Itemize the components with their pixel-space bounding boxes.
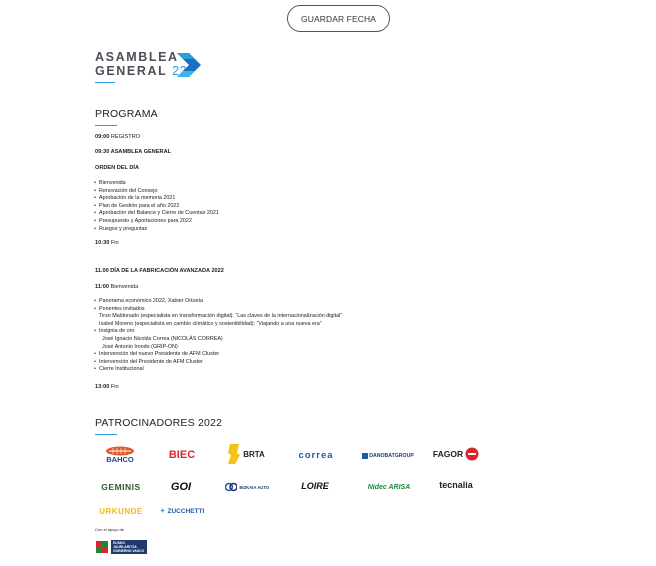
list-item: Ruegos y preguntas <box>94 226 219 234</box>
list-item: Insignia de oro <box>94 328 342 336</box>
list-item: Intervención del Presidente de AFM Clust… <box>94 359 342 367</box>
list-item: Intervención del nuevo Presidente de AFM… <box>94 351 342 359</box>
sponsor-zucchetti-text: ZUCCHETTI <box>167 507 205 515</box>
brta-mark-icon <box>228 444 241 464</box>
sponsor-bahco-logo: BAHCO <box>98 443 142 467</box>
list-item: Panorama económico 2022, Xabier Ortueta <box>94 298 342 306</box>
time-0930: 09:30 ASAMBLEA GENERAL <box>95 149 172 155</box>
time-1030: 10:30 Fin <box>95 240 119 248</box>
list-item: Bienvenida <box>94 180 219 188</box>
sponsor-geminis-text: GEMINIS <box>101 482 141 492</box>
gobierno-vasco-text: EUSKO JAURLARITZA GOBIERNO VASCO <box>111 540 147 554</box>
fagor-mark-icon <box>465 447 479 461</box>
danobat-mark-icon <box>362 453 369 459</box>
sponsor-correa-text: correa <box>298 449 334 461</box>
time-1100-label: 11:00 <box>95 284 109 290</box>
sponsor-fagor-text: FAGOR <box>432 449 464 459</box>
time-1300-text: Fin <box>109 384 119 390</box>
sponsor-goi-logo: GOI <box>160 477 202 497</box>
zucchetti-mark-icon: ✦ <box>159 508 166 515</box>
sponsor-geminis-logo: GEMINIS <box>98 479 144 495</box>
sponsor-bahco-text: BAHCO <box>106 455 134 464</box>
program-title: PROGRAMA <box>95 108 158 120</box>
list-item: Ponentes invitados <box>94 306 342 314</box>
time-0900: 09:00 REGISTRO <box>95 134 140 142</box>
asamblea-general-logo: ASAMBLEA GENERAL 22 <box>95 50 215 84</box>
sponsor-nidec-text: Nidec ARISA <box>367 483 411 491</box>
list-item: José Ignacio Nicolás Correa (NICOLÁS COR… <box>102 335 223 342</box>
sponsor-loire-text: LOIRE <box>301 481 329 491</box>
time-0900-label: 09:00 <box>95 134 110 140</box>
sponsor-biec-logo: BIEC <box>162 443 202 467</box>
sponsor-brta-text: BRTA <box>243 449 265 459</box>
sponsor-fagor-logo: FAGOR <box>430 445 482 463</box>
sponsor-nidec-arisa-logo: Nidec ARISA <box>356 480 422 494</box>
sponsors-title: PATROCINADORES 2022 <box>95 417 223 429</box>
sponsor-danobat-logo: DANOBATGROUP <box>357 450 419 462</box>
sponsors-title-rule <box>95 434 117 435</box>
time-1030-label: 10:30 <box>95 240 110 246</box>
list-item: Aprobación del Balance y Cierre de Cuent… <box>94 210 219 218</box>
list-item: Renovación del Consejo <box>94 188 219 196</box>
list-item: José Antonio Irondo (GRIP-ON) <box>102 343 178 350</box>
program-title-rule <box>95 125 117 126</box>
logo-line2-text: GENERAL <box>95 64 168 78</box>
bizkaia-mark-icon <box>225 482 238 492</box>
list-item: Aprobación de la memoria 2021 <box>94 195 219 203</box>
time-0900-text: REGISTRO <box>109 134 141 140</box>
time-1300: 13:00 Fin <box>95 384 119 392</box>
sponsor-urkunde-logo: URKUNDE <box>96 505 146 517</box>
sponsor-biec-text: BIEC <box>168 449 196 461</box>
time-1300-label: 13:00 <box>95 384 110 390</box>
time-1100-text: Bienvenida <box>109 284 139 290</box>
list-item: Cierre Institucional <box>94 366 342 374</box>
agenda-list-2: Panorama económico 2022, Xabier Ortueta … <box>94 298 343 374</box>
agenda-list-1: Bienvenida Renovación del Consejo Aproba… <box>94 180 219 234</box>
sponsor-tecnalia-logo: tecnalia <box>432 477 480 493</box>
sponsor-tecnalia-text: tecnalia <box>439 480 473 490</box>
time-1100-heading: 11.00 DÍA DE LA FABRICACIÓN AVANZADA 202… <box>95 268 224 274</box>
sponsor-correa-logo: correa <box>290 448 342 462</box>
sponsor-brta-logo: BRTA <box>223 441 269 467</box>
sponsor-danobat-text: DANOBATGROUP <box>369 453 414 459</box>
list-item: Presupuesto y Aportaciones para 2022 <box>94 218 219 226</box>
logo-underline <box>95 82 115 83</box>
sponsor-urkunde-text: URKUNDE <box>99 506 143 516</box>
save-date-button[interactable]: GUARDAR FECHA <box>287 5 390 32</box>
list-item: Tirso Maldonado (especialista en transfo… <box>99 313 343 320</box>
sponsor-goi-text: GOI <box>170 481 192 493</box>
list-item: Isabel Moreno (especialista en cambio cl… <box>99 320 322 327</box>
orden-del-dia: ORDEN DEL DÍA <box>95 165 140 171</box>
sponsor-zucchetti-logo: ✦ ZUCCHETTI <box>155 505 209 517</box>
gobierno-vasco-emblem-icon <box>95 540 109 554</box>
gobierno-vasco-logo: EUSKO JAURLARITZA GOBIERNO VASCO <box>95 536 151 558</box>
time-1100: 11:00 Bienvenida <box>95 284 138 292</box>
sponsor-bizkaia-auto-logo: BIZKAIA AUTO <box>225 478 269 496</box>
time-1030-text: Fin <box>109 240 119 246</box>
support-label: Con el apoyo de <box>95 527 125 532</box>
logo-arrow-icon <box>177 53 201 77</box>
list-item: Plan de Gestión para el año 2022 <box>94 203 219 211</box>
sponsor-loire-logo: LOIRE <box>290 478 340 494</box>
sponsor-bizkaia-text: BIZKAIA AUTO <box>239 484 269 490</box>
